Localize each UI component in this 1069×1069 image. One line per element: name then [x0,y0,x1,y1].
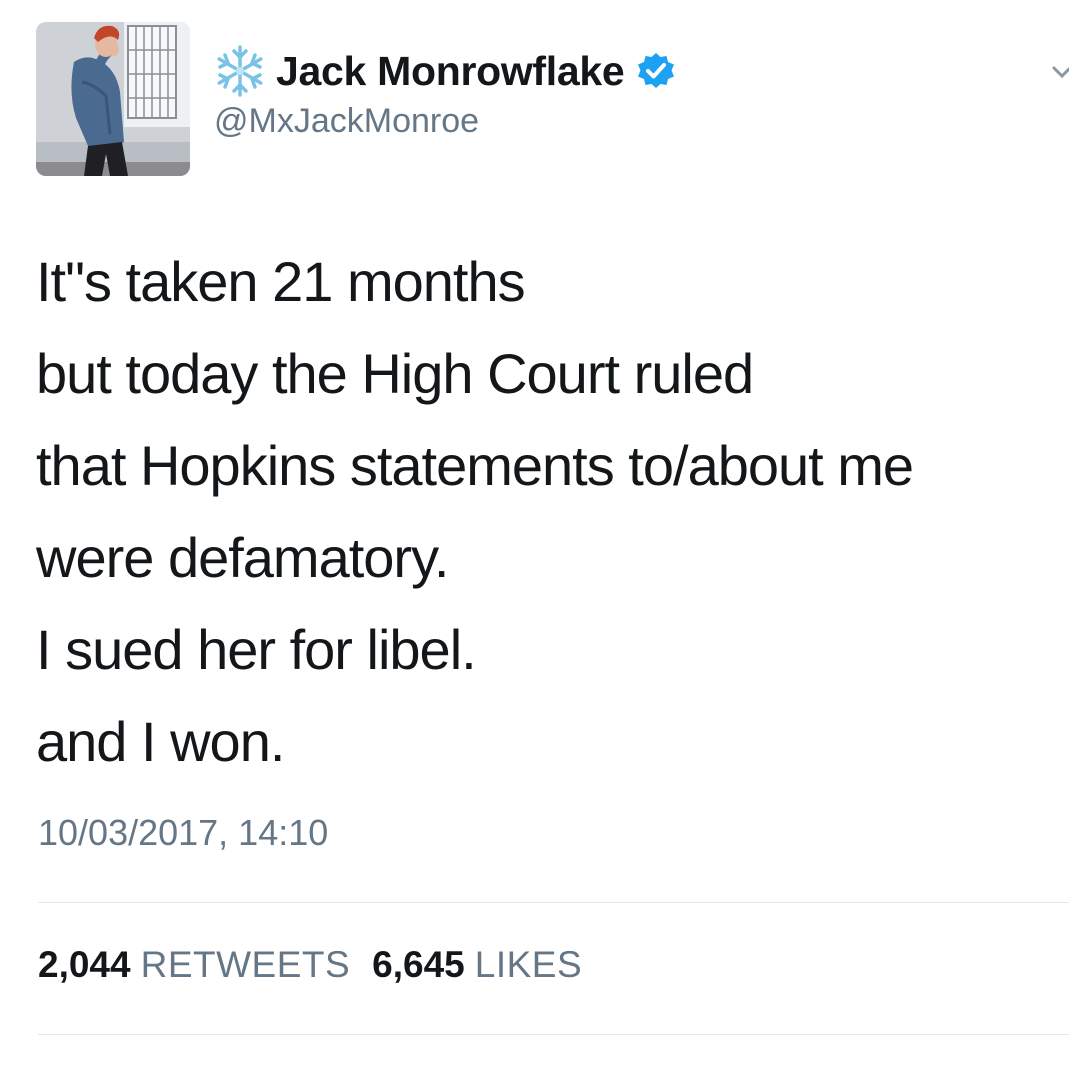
tweet-text-line: and I won. [36,710,285,773]
tweet-timestamp[interactable]: 10/03/2017, 14:10 [38,812,328,854]
author-handle[interactable]: @MxJackMonroe [214,102,479,141]
retweets-stat[interactable]: 2,044 RETWEETS [38,944,350,986]
author-display-name[interactable]: Jack Monrowflake [276,48,625,95]
profile-avatar[interactable] [36,22,190,176]
tweet-stats: 2,044 RETWEETS 6,645 LIKES [38,944,582,986]
author-name-row[interactable]: Jack Monrowflake [212,40,676,102]
snowflake-icon [212,43,268,99]
stats-divider-bottom [38,1034,1069,1035]
likes-label: LIKES [474,944,583,985]
retweets-label: RETWEETS [140,944,351,985]
verified-badge-icon [636,51,676,91]
likes-count: 6,645 [372,944,465,985]
chevron-down-icon[interactable] [1052,60,1069,84]
tweet-text-line: that Hopkins statements to/about me [36,434,914,497]
retweets-count: 2,044 [38,944,131,985]
likes-stat[interactable]: 6,645 LIKES [372,944,582,986]
avatar-photo [36,22,190,176]
tweet-text-line: It"s taken 21 months [36,250,526,313]
tweet-text: It"s taken 21 months but today the High … [36,236,1056,788]
stats-divider-top [38,902,1069,903]
tweet-text-line: I sued her for libel. [36,618,477,681]
tweet-text-line: were defamatory. [36,526,449,589]
tweet-text-line: but today the High Court ruled [36,342,754,405]
